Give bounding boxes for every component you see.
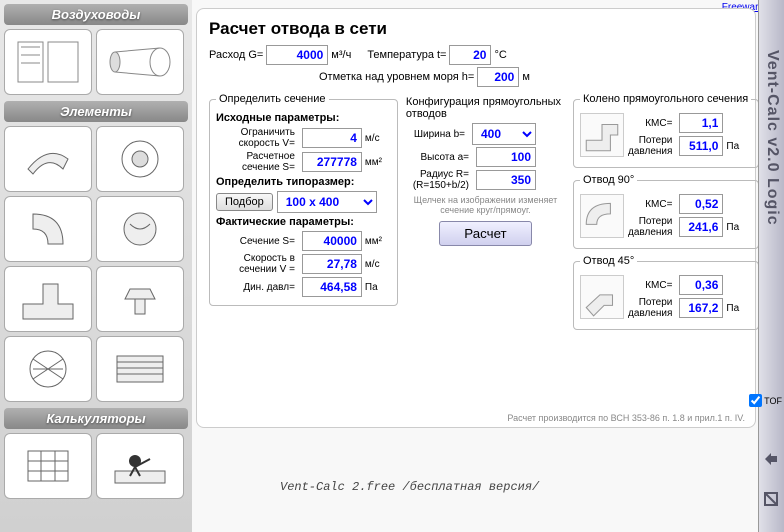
section-calculators: Калькуляторы	[4, 408, 188, 429]
right-strip: Vent-Calc v2.0 Logic TOF	[758, 0, 784, 532]
section-elements: Элементы	[4, 101, 188, 122]
calc-2[interactable]	[96, 433, 184, 499]
fit2-kmc[interactable]	[679, 194, 723, 214]
tor-label: TOF	[764, 396, 782, 406]
act-v-input[interactable]	[302, 254, 362, 274]
calc-s-unit: мм²	[365, 157, 391, 168]
element-3[interactable]	[4, 196, 92, 262]
alt-label: Отметка над уровнем моря h=	[319, 71, 474, 83]
duct-tool-1[interactable]	[4, 29, 92, 95]
radius-input[interactable]	[476, 170, 536, 190]
calc-s-label: Расчетное сечение S=	[216, 151, 295, 173]
alt-unit: м	[522, 71, 530, 83]
flow-unit: м³/ч	[331, 49, 351, 61]
element-4[interactable]	[96, 196, 184, 262]
element-1[interactable]	[4, 126, 92, 192]
size-select[interactable]: 100 x 400	[277, 191, 377, 213]
footer-note: Расчет производится по ВСН 353-86 п. 1.8…	[507, 413, 745, 423]
version-note: Vent-Calc 2.free /бесплатная версия/	[280, 480, 539, 494]
fit3-legend: Отвод 45°	[580, 255, 637, 267]
element-8[interactable]	[96, 336, 184, 402]
fit3-icon[interactable]	[580, 275, 624, 319]
fit2-fieldset: Отвод 90° КМС= Потери давленияПа	[573, 174, 759, 249]
width-label: Ширина b=	[406, 129, 465, 140]
fit1-loss[interactable]	[679, 136, 723, 156]
calc-1[interactable]	[4, 433, 92, 499]
temp-unit: °С	[494, 49, 506, 61]
hint-text: Щелчек на изображении изменяет сечение к…	[406, 195, 565, 215]
fit1-icon[interactable]	[580, 113, 624, 157]
size-title: Определить типоразмер:	[216, 176, 391, 188]
height-label: Высота a=	[406, 152, 469, 163]
main-panel: Расчет отвода в сети Расход G= м³/ч Темп…	[196, 8, 756, 428]
fit3-kmc[interactable]	[679, 275, 723, 295]
fit2-legend: Отвод 90°	[580, 174, 637, 186]
strip-icon-2[interactable]	[762, 490, 780, 508]
fit1-legend: Колено прямоугольного сечения	[580, 93, 751, 105]
temp-input[interactable]	[449, 45, 491, 65]
height-input[interactable]	[476, 147, 536, 167]
temp-label: Температура t=	[367, 49, 446, 61]
calc-button[interactable]: Расчет	[439, 221, 531, 246]
initial-params-title: Исходные параметры:	[216, 112, 391, 124]
act-s-label: Сечение S=	[216, 236, 295, 247]
alt-input[interactable]	[477, 67, 519, 87]
fit2-icon[interactable]	[580, 194, 624, 238]
fit1-kmc[interactable]	[679, 113, 723, 133]
element-6[interactable]	[96, 266, 184, 332]
flow-input[interactable]	[266, 45, 328, 65]
left-sidebar: Воздуховоды Элементы Калькуляторы	[0, 0, 192, 532]
fit2-loss[interactable]	[679, 217, 723, 237]
section-legend: Определить сечение	[216, 93, 329, 105]
page-title: Расчет отвода в сети	[209, 19, 743, 39]
calc-s-input[interactable]	[302, 152, 362, 172]
dyn-p-input[interactable]	[302, 277, 362, 297]
dyn-p-label: Дин. давл=	[216, 282, 295, 293]
pick-button[interactable]: Подбор	[216, 193, 273, 211]
fit1-fieldset: Колено прямоугольного сечения КМС= Потер…	[573, 93, 759, 168]
limit-v-label: Ограничить скорость V=	[216, 127, 295, 149]
limit-v-unit: м/с	[365, 133, 391, 144]
width-select[interactable]: 400	[472, 123, 536, 145]
section-ducts: Воздуховоды	[4, 4, 188, 25]
act-s-unit: мм²	[365, 236, 391, 247]
app-title-vertical: Vent-Calc v2.0 Logic	[763, 50, 781, 226]
fit3-loss[interactable]	[679, 298, 723, 318]
dyn-p-unit: Па	[365, 282, 391, 293]
limit-v-input[interactable]	[302, 128, 362, 148]
element-7[interactable]	[4, 336, 92, 402]
section-fieldset: Определить сечение Исходные параметры: О…	[209, 93, 398, 306]
fit3-fieldset: Отвод 45° КМС= Потери давленияПа	[573, 255, 759, 330]
element-5[interactable]	[4, 266, 92, 332]
radius-label: Радиус R= (R=150+b/2)	[406, 169, 469, 191]
flow-label: Расход G=	[209, 49, 263, 61]
config-title: Конфигурация прямоугольных отводов	[406, 96, 565, 120]
actual-params-title: Фактические параметры:	[216, 216, 391, 228]
tor-checkbox[interactable]	[749, 394, 762, 407]
duct-tool-2[interactable]	[96, 29, 184, 95]
strip-icon-1[interactable]	[762, 450, 780, 468]
act-v-unit: м/с	[365, 259, 391, 270]
act-v-label: Скорость в сечении V =	[216, 253, 295, 275]
element-2[interactable]	[96, 126, 184, 192]
act-s-input[interactable]	[302, 231, 362, 251]
